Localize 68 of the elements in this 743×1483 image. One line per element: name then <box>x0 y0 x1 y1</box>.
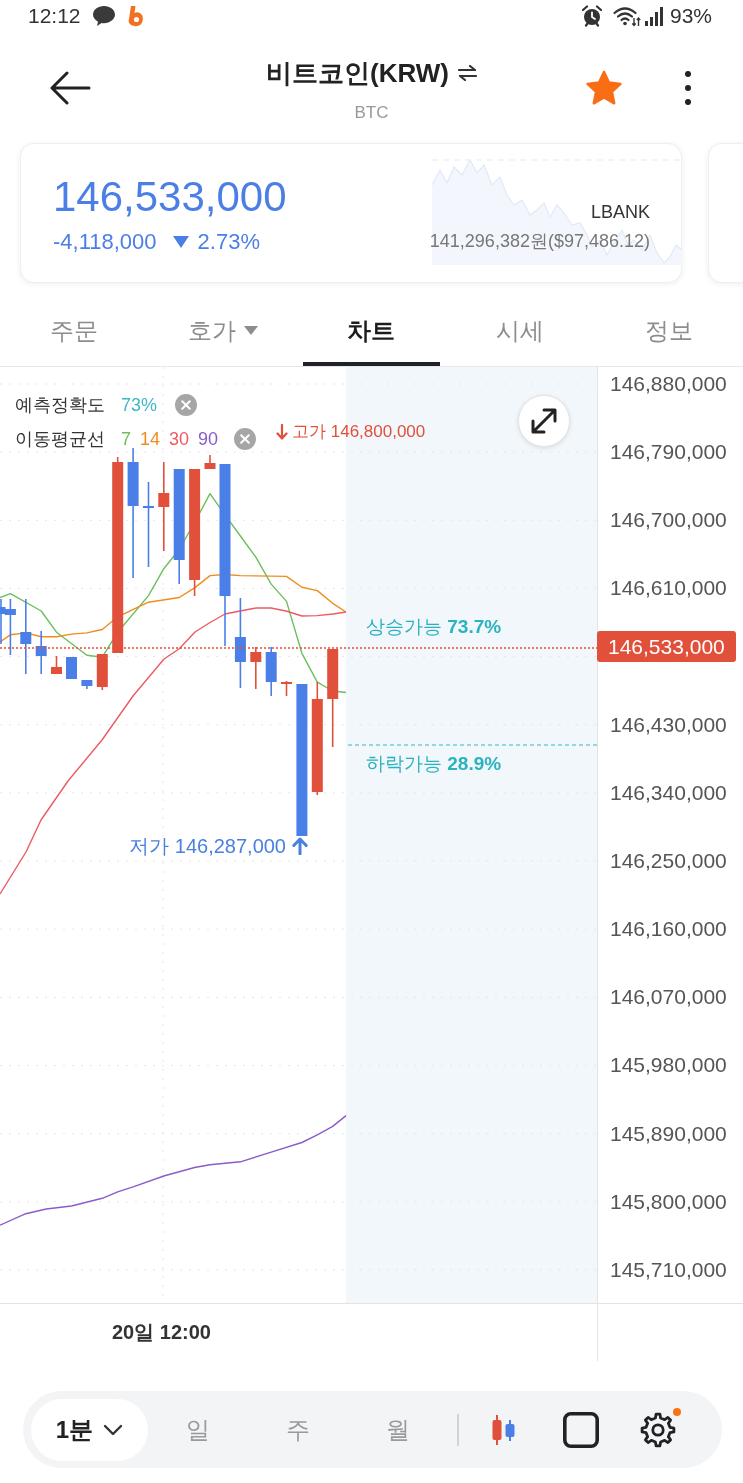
app-logo-icon <box>126 5 145 27</box>
candle <box>204 454 216 470</box>
period-button[interactable]: 월 <box>348 1398 448 1461</box>
axis-label: 146,340,000 <box>610 781 728 804</box>
candle <box>96 653 108 691</box>
exchange-price: 141,296,382원($97,486.12) <box>429 230 650 253</box>
accuracy-value: 73% <box>121 394 158 416</box>
low-price-label: 저가 146,287,000 <box>129 834 286 858</box>
candle <box>35 630 47 675</box>
axis-label: 146,250,000 <box>610 850 728 872</box>
star-icon[interactable] <box>585 69 623 106</box>
more-options-icon[interactable] <box>685 70 691 105</box>
axis-label: 146,430,000 <box>610 713 728 736</box>
page-title: 비트코인(KRW) <box>266 57 449 89</box>
chevron-down-icon <box>103 1423 124 1436</box>
candle <box>281 680 292 697</box>
change-rate: 2.73% <box>197 229 260 255</box>
candle <box>51 655 62 675</box>
axis-label: 20일 12:00 <box>112 1320 211 1345</box>
ticker-symbol: BTC <box>354 102 389 124</box>
alarm-icon <box>580 5 603 27</box>
current-price: 146,533,000 <box>53 172 287 222</box>
axis-label: 145,710,000 <box>610 1258 728 1281</box>
caret-down-icon <box>243 326 258 335</box>
battery-level: 93% <box>669 4 712 28</box>
signal-icon <box>643 6 664 26</box>
axis-label: 146,790,000 <box>610 441 728 464</box>
moving-average-period: 30 <box>169 428 190 450</box>
settings-icon[interactable] <box>639 1410 677 1449</box>
axis-label: 146,070,000 <box>610 986 728 1009</box>
exchange-name: LBANK <box>590 201 650 224</box>
period-button[interactable]: 일 <box>148 1398 248 1461</box>
prediction-label: 하락가능 28.9% <box>366 752 502 776</box>
axis-label: 146,610,000 <box>610 577 728 600</box>
axis-label: 145,800,000 <box>610 1190 728 1213</box>
tab[interactable]: 시세 <box>451 295 589 366</box>
axis-label: 146,160,000 <box>610 918 728 941</box>
tab[interactable]: 주문 <box>5 295 143 366</box>
prediction-label: 상승가능 73.7% <box>366 615 502 639</box>
axis-label: 145,890,000 <box>610 1122 728 1145</box>
moving-average-period: 14 <box>140 428 161 450</box>
arrow-up-icon <box>292 837 308 855</box>
candle <box>81 679 93 690</box>
candle <box>250 646 262 690</box>
square-icon[interactable] <box>563 1411 599 1448</box>
tab[interactable]: 호가 <box>154 295 292 366</box>
back-arrow-icon[interactable] <box>49 70 91 105</box>
price-change: -4,118,000 <box>53 229 157 255</box>
high-price-label: 고가 146,800,000 <box>292 422 426 442</box>
wifi-icon <box>612 5 641 27</box>
legend-label: 예측정확도 <box>15 394 105 417</box>
axis-label: 146,700,000 <box>610 509 728 532</box>
period-button[interactable]: 주 <box>248 1398 348 1461</box>
legend-label: 이동평균선 <box>15 428 105 451</box>
moving-average-period: 90 <box>198 428 219 450</box>
moving-average-period: 7 <box>121 428 131 450</box>
swap-icon[interactable] <box>457 65 477 81</box>
candle <box>66 656 77 680</box>
candle <box>265 646 277 697</box>
tab[interactable]: 정보 <box>600 295 738 366</box>
expand-icon <box>530 407 558 435</box>
current-price-tag: 146,533,000 <box>597 630 736 662</box>
interval-dropdown[interactable]: 1분 <box>31 1398 148 1461</box>
arrow-down-icon <box>276 424 288 440</box>
axis-label: 146,880,000 <box>610 373 728 395</box>
chat-bubble-icon <box>91 5 116 27</box>
clock-time: 12:12 <box>28 4 81 28</box>
axis-label: 145,980,000 <box>610 1054 728 1077</box>
